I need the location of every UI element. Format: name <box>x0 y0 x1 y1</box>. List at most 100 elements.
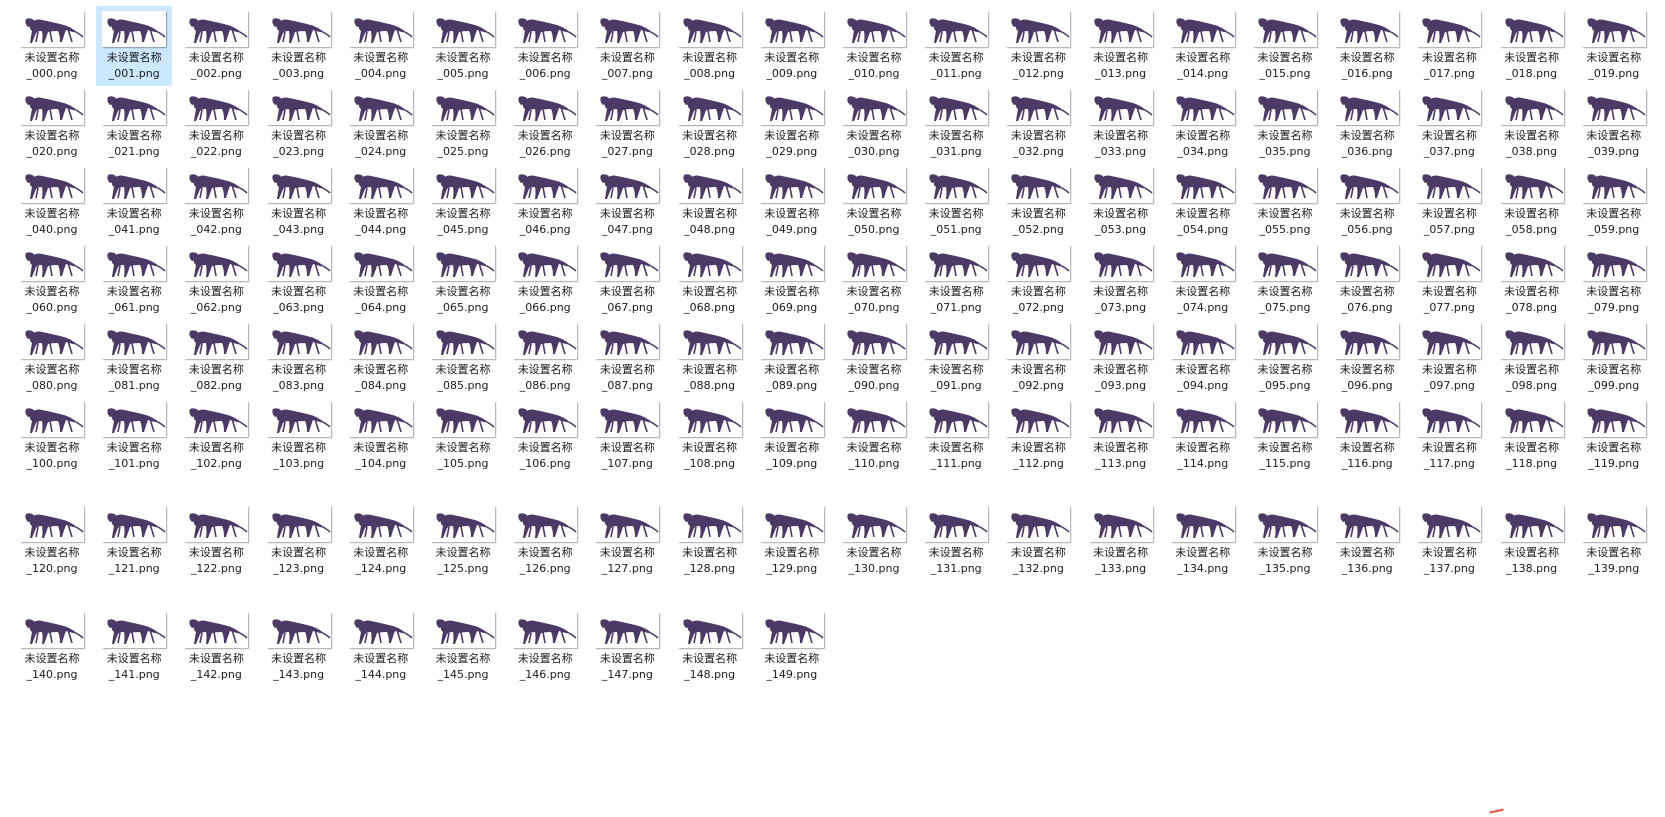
file-item[interactable]: 未设置名称 _104.png <box>343 396 419 476</box>
file-item[interactable]: 未设置名称 _037.png <box>1411 84 1487 164</box>
file-item[interactable]: 未设置名称 _089.png <box>754 318 830 398</box>
file-item[interactable]: 未设置名称 _002.png <box>178 6 254 86</box>
file-item[interactable]: 未设置名称 _060.png <box>14 240 90 320</box>
file-item[interactable]: 未设置名称 _055.png <box>1247 162 1323 242</box>
file-item[interactable]: 未设置名称 _071.png <box>918 240 994 320</box>
file-item[interactable]: 未设置名称 _045.png <box>425 162 501 242</box>
file-item[interactable]: 未设置名称 _123.png <box>261 501 337 581</box>
file-item[interactable]: 未设置名称 _081.png <box>96 318 172 398</box>
file-item[interactable]: 未设置名称 _102.png <box>178 396 254 476</box>
file-item[interactable]: 未设置名称 _125.png <box>425 501 501 581</box>
file-item[interactable]: 未设置名称 _069.png <box>754 240 830 320</box>
file-item[interactable]: 未设置名称 _113.png <box>1083 396 1159 476</box>
file-item[interactable]: 未设置名称 _040.png <box>14 162 90 242</box>
file-item[interactable]: 未设置名称 _122.png <box>178 501 254 581</box>
file-item[interactable]: 未设置名称 _004.png <box>343 6 419 86</box>
file-item[interactable]: 未设置名称 _049.png <box>754 162 830 242</box>
file-item[interactable]: 未设置名称 _126.png <box>507 501 583 581</box>
file-item[interactable]: 未设置名称 _115.png <box>1247 396 1323 476</box>
file-item[interactable]: 未设置名称 _141.png <box>96 607 172 687</box>
file-item[interactable]: 未设置名称 _149.png <box>754 607 830 687</box>
file-item[interactable]: 未设置名称 _131.png <box>918 501 994 581</box>
file-item[interactable]: 未设置名称 _047.png <box>589 162 665 242</box>
file-item[interactable]: 未设置名称 _142.png <box>178 607 254 687</box>
file-item[interactable]: 未设置名称 _107.png <box>589 396 665 476</box>
file-item[interactable]: 未设置名称 _083.png <box>261 318 337 398</box>
file-item[interactable]: 未设置名称 _057.png <box>1411 162 1487 242</box>
file-item[interactable]: 未设置名称 _143.png <box>261 607 337 687</box>
file-item[interactable]: 未设置名称 _024.png <box>343 84 419 164</box>
file-item[interactable]: 未设置名称 _044.png <box>343 162 419 242</box>
file-item[interactable]: 未设置名称 _114.png <box>1165 396 1241 476</box>
file-item[interactable]: 未设置名称 _088.png <box>672 318 748 398</box>
file-item[interactable]: 未设置名称 _075.png <box>1247 240 1323 320</box>
file-item[interactable]: 未设置名称 _121.png <box>96 501 172 581</box>
file-item[interactable]: 未设置名称 _007.png <box>589 6 665 86</box>
file-item[interactable]: 未设置名称 _094.png <box>1165 318 1241 398</box>
file-item[interactable]: 未设置名称 _116.png <box>1329 396 1405 476</box>
file-item[interactable]: 未设置名称 _020.png <box>14 84 90 164</box>
file-item[interactable]: 未设置名称 _130.png <box>836 501 912 581</box>
file-item[interactable]: 未设置名称 _145.png <box>425 607 501 687</box>
file-item[interactable]: 未设置名称 _118.png <box>1494 396 1570 476</box>
file-item[interactable]: 未设置名称 _046.png <box>507 162 583 242</box>
file-item[interactable]: 未设置名称 _018.png <box>1494 6 1570 86</box>
file-item[interactable]: 未设置名称 _100.png <box>14 396 90 476</box>
file-item[interactable]: 未设置名称 _095.png <box>1247 318 1323 398</box>
file-item[interactable]: 未设置名称 _067.png <box>589 240 665 320</box>
file-item[interactable]: 未设置名称 _005.png <box>425 6 501 86</box>
file-item[interactable]: 未设置名称 _147.png <box>589 607 665 687</box>
file-item[interactable]: 未设置名称 _015.png <box>1247 6 1323 86</box>
file-item[interactable]: 未设置名称 _105.png <box>425 396 501 476</box>
file-item[interactable]: 未设置名称 _012.png <box>1000 6 1076 86</box>
file-item[interactable]: 未设置名称 _090.png <box>836 318 912 398</box>
file-item[interactable]: 未设置名称 _016.png <box>1329 6 1405 86</box>
file-item[interactable]: 未设置名称 _021.png <box>96 84 172 164</box>
file-item[interactable]: 未设置名称 _074.png <box>1165 240 1241 320</box>
file-item[interactable]: 未设置名称 _134.png <box>1165 501 1241 581</box>
file-item[interactable]: 未设置名称 _029.png <box>754 84 830 164</box>
file-item[interactable]: 未设置名称 _085.png <box>425 318 501 398</box>
file-item[interactable]: 未设置名称 _033.png <box>1083 84 1159 164</box>
file-item[interactable]: 未设置名称 _022.png <box>178 84 254 164</box>
file-item[interactable]: 未设置名称 _086.png <box>507 318 583 398</box>
file-item[interactable]: 未设置名称 _137.png <box>1411 501 1487 581</box>
file-item[interactable]: 未设置名称 _092.png <box>1000 318 1076 398</box>
file-item[interactable]: 未设置名称 _054.png <box>1165 162 1241 242</box>
file-item[interactable]: 未设置名称 _000.png <box>14 6 90 86</box>
file-item[interactable]: 未设置名称 _084.png <box>343 318 419 398</box>
file-item[interactable]: 未设置名称 _031.png <box>918 84 994 164</box>
file-item[interactable]: 未设置名称 _032.png <box>1000 84 1076 164</box>
file-item[interactable]: 未设置名称 _017.png <box>1411 6 1487 86</box>
file-item[interactable]: 未设置名称 _063.png <box>261 240 337 320</box>
file-item[interactable]: 未设置名称 _127.png <box>589 501 665 581</box>
file-item[interactable]: 未设置名称 _080.png <box>14 318 90 398</box>
file-item[interactable]: 未设置名称 _128.png <box>672 501 748 581</box>
file-item[interactable]: 未设置名称 _133.png <box>1083 501 1159 581</box>
file-item[interactable]: 未设置名称 _068.png <box>672 240 748 320</box>
file-item[interactable]: 未设置名称 _010.png <box>836 6 912 86</box>
file-item[interactable]: 未设置名称 _028.png <box>672 84 748 164</box>
file-item[interactable]: 未设置名称 _091.png <box>918 318 994 398</box>
file-item[interactable]: 未设置名称 _140.png <box>14 607 90 687</box>
file-item[interactable]: 未设置名称 _101.png <box>96 396 172 476</box>
file-item[interactable]: 未设置名称 _003.png <box>261 6 337 86</box>
file-item[interactable]: 未设置名称 _026.png <box>507 84 583 164</box>
file-item[interactable]: 未设置名称 _038.png <box>1494 84 1570 164</box>
file-item[interactable]: 未设置名称 _136.png <box>1329 501 1405 581</box>
file-item[interactable]: 未设置名称 _035.png <box>1247 84 1323 164</box>
file-item[interactable]: 未设置名称 _117.png <box>1411 396 1487 476</box>
file-item[interactable]: 未设置名称 _108.png <box>672 396 748 476</box>
file-item[interactable]: 未设置名称 _111.png <box>918 396 994 476</box>
file-item[interactable]: 未设置名称 _093.png <box>1083 318 1159 398</box>
file-item[interactable]: 未设置名称 _014.png <box>1165 6 1241 86</box>
file-item[interactable]: 未设置名称 _087.png <box>589 318 665 398</box>
file-item[interactable]: 未设置名称 _082.png <box>178 318 254 398</box>
file-item[interactable]: 未设置名称 _061.png <box>96 240 172 320</box>
file-item[interactable]: 未设置名称 _051.png <box>918 162 994 242</box>
file-item[interactable]: 未设置名称 _062.png <box>178 240 254 320</box>
file-item[interactable]: 未设置名称 _079.png <box>1576 240 1652 320</box>
file-item[interactable]: 未设置名称 _109.png <box>754 396 830 476</box>
file-item[interactable]: 未设置名称 _034.png <box>1165 84 1241 164</box>
file-item[interactable]: 未设置名称 _110.png <box>836 396 912 476</box>
